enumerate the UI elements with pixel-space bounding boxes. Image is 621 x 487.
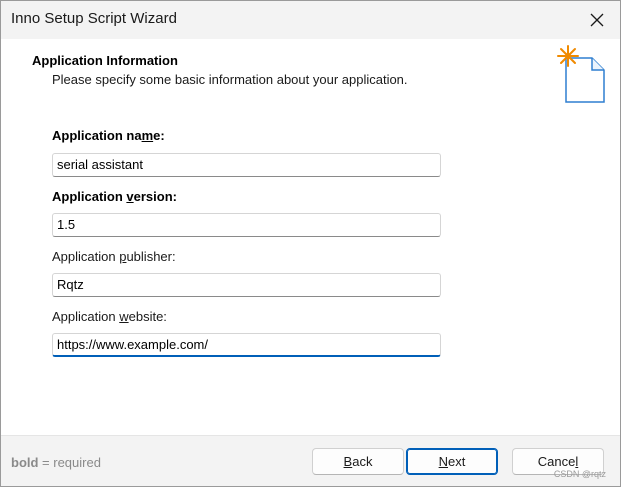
close-icon	[590, 13, 604, 27]
title-bar: Inno Setup Script Wizard	[1, 1, 620, 39]
page-title: Application Information	[32, 53, 178, 68]
required-hint: bold = required	[11, 455, 101, 470]
wizard-window: Inno Setup Script Wizard Application Inf…	[0, 0, 621, 487]
close-button[interactable]	[574, 1, 620, 39]
app-version-label: Application version:	[52, 189, 177, 204]
next-button[interactable]: Next	[406, 448, 498, 475]
app-publisher-input[interactable]	[52, 273, 441, 297]
app-website-input[interactable]	[52, 333, 441, 357]
new-document-icon	[557, 45, 605, 103]
app-name-input[interactable]	[52, 153, 441, 177]
back-button[interactable]: Back	[312, 448, 404, 475]
app-publisher-label: Application publisher:	[52, 249, 176, 264]
app-name-label: Application name:	[52, 128, 165, 143]
wizard-header: Application Information Please specify s…	[1, 39, 620, 111]
app-version-input[interactable]	[52, 213, 441, 237]
window-title: Inno Setup Script Wizard	[11, 10, 177, 27]
app-website-label: Application website:	[52, 309, 167, 324]
watermark: CSDN @rqtz	[553, 469, 606, 479]
wizard-footer: bold = required Back Next Cance l CSDN @r…	[1, 435, 620, 486]
page-subtitle: Please specify some basic information ab…	[52, 72, 408, 87]
